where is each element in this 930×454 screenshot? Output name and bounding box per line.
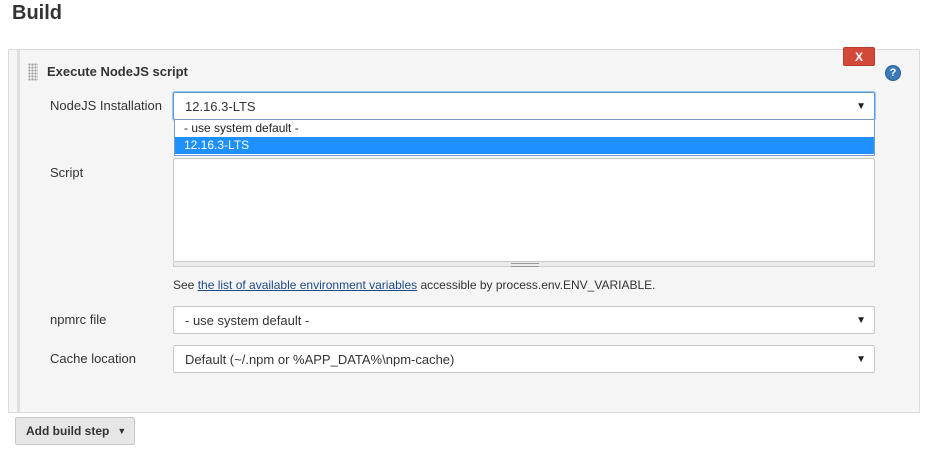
env-help-prefix: See [173, 278, 198, 292]
add-build-step-button[interactable]: Add build step ▼ [15, 417, 135, 445]
env-variables-help: See the list of available environment va… [173, 278, 655, 292]
cache-location-value: Default (~/.npm or %APP_DATA%\npm-cache) [185, 351, 455, 367]
textarea-resize-grip[interactable] [173, 262, 875, 267]
script-label: Script [50, 165, 84, 180]
chevron-down-icon: ▼ [856, 101, 866, 112]
script-textarea[interactable] [173, 158, 875, 262]
chevron-down-icon: ▼ [856, 354, 866, 365]
help-icon[interactable]: ? [885, 65, 901, 81]
delete-step-button[interactable]: X [843, 47, 875, 66]
nodejs-installation-label: NodeJS Installation [50, 98, 163, 113]
drag-handle-icon[interactable] [28, 63, 38, 81]
nodejs-installation-value: 12.16.3-LTS [185, 98, 256, 114]
section-title: Build [12, 2, 62, 24]
cache-location-label: Cache location [50, 351, 136, 366]
caret-down-icon: ▼ [117, 426, 127, 436]
npmrc-file-label: npmrc file [50, 312, 107, 327]
add-build-step-label: Add build step [26, 424, 110, 438]
npmrc-file-select[interactable]: - use system default - ▼ [173, 306, 875, 334]
npmrc-file-value: - use system default - [185, 312, 310, 328]
cache-location-select[interactable]: Default (~/.npm or %APP_DATA%\npm-cache)… [173, 345, 875, 373]
nodejs-installation-dropdown[interactable]: - use system default - 12.16.3-LTS [174, 119, 875, 156]
chevron-down-icon: ▼ [856, 315, 866, 326]
env-variables-link[interactable]: the list of available environment variab… [198, 278, 417, 292]
dropdown-option[interactable]: - use system default - [175, 120, 874, 137]
env-help-suffix: accessible by process.env.ENV_VARIABLE. [417, 278, 656, 292]
nodejs-installation-select[interactable]: 12.16.3-LTS ▼ [173, 92, 875, 120]
step-title: Execute NodeJS script [47, 64, 188, 79]
dropdown-option-selected[interactable]: 12.16.3-LTS [175, 137, 874, 154]
